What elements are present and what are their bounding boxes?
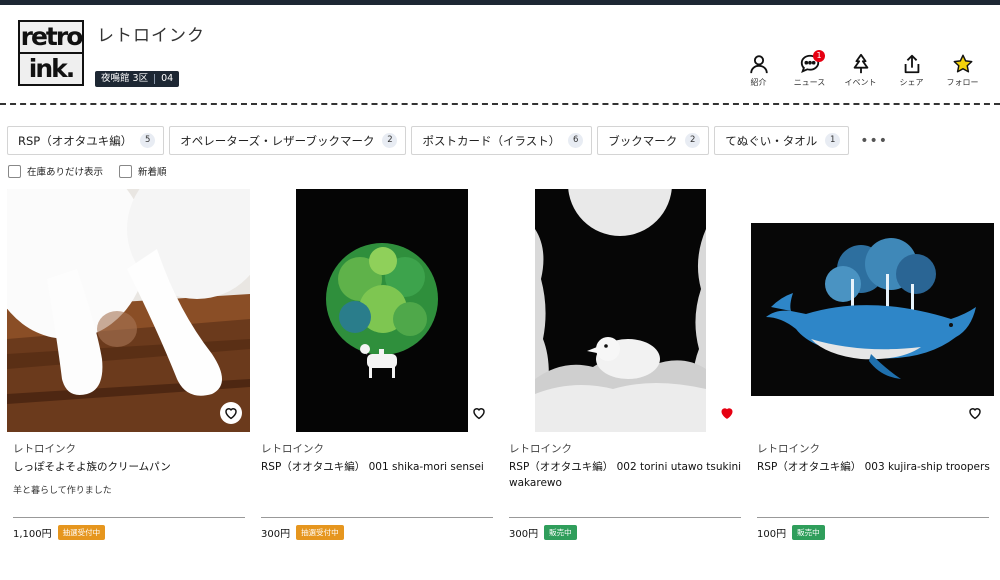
about-button[interactable]: 紹介 (733, 53, 784, 88)
tab-count: 2 (685, 133, 701, 148)
logo-line-2: ink. (20, 54, 82, 84)
product-price: 1,100円 (13, 529, 52, 540)
status-badge: 販売中 (544, 525, 577, 540)
status-badge: 抽選受付中 (296, 525, 344, 540)
price-divider (757, 517, 989, 518)
shop-location-badge: 夜鳴館 3区 04 (95, 71, 180, 87)
shop-area: 夜鳴館 3区 (101, 73, 149, 84)
category-tabs: RSP（オオタユキ編） 5 オペレーターズ・レザーブックマーク 2 ポストカード… (7, 126, 887, 155)
badge-separator (154, 74, 156, 84)
share-icon (904, 54, 919, 74)
share-button[interactable]: シェア (886, 53, 937, 88)
product-shop: レトロインク (13, 443, 76, 455)
product-price: 300円 (261, 529, 291, 540)
product-card[interactable]: レトロインク しっぽそよそよ族のクリームパン 羊と暮らして作りました 1,100… (7, 189, 255, 540)
favorite-button[interactable] (220, 402, 242, 424)
follow-button[interactable]: フォロー (937, 53, 988, 88)
newest-checkbox[interactable] (119, 164, 133, 178)
favorite-button[interactable] (716, 402, 738, 424)
in-stock-label: 在庫ありだけ表示 (27, 167, 104, 178)
shop-actions: 紹介 1 ニュース イベント シェア フォロー (733, 50, 988, 88)
newest-filter[interactable]: 新着順 (119, 164, 167, 178)
star-icon (953, 54, 972, 73)
newest-label: 新着順 (138, 167, 167, 178)
tab-label: ポストカード（イラスト） (422, 133, 561, 148)
deer-tree-illustration (255, 189, 498, 432)
price-row: 100円 販売中 (757, 525, 825, 540)
event-label: イベント (844, 78, 877, 87)
tab-count: 2 (382, 133, 398, 148)
filter-bar: 在庫ありだけ表示 新着順 (8, 164, 167, 178)
product-title[interactable]: RSP（オオタユキ編） 001 shika-mori sensei (261, 459, 497, 475)
news-button[interactable]: 1 ニュース (784, 50, 835, 88)
in-stock-checkbox[interactable] (8, 164, 21, 178)
price-divider (509, 517, 741, 518)
product-shop: レトロインク (757, 443, 820, 455)
heart-outline-icon (969, 408, 981, 420)
tab-label: ブックマーク (608, 133, 678, 148)
price-row: 300円 販売中 (509, 525, 577, 540)
price-row: 1,100円 抽選受付中 (13, 525, 106, 540)
shop-name: レトロインク (97, 26, 205, 46)
logo-line-1: retro (20, 22, 83, 52)
product-grid: レトロインク しっぽそよそよ族のクリームパン 羊と暮らして作りました 1,100… (7, 189, 999, 540)
product-description: 羊と暮らして作りました (13, 486, 112, 496)
product-card[interactable]: レトロインク RSP（オオタユキ編） 002 torini utawo tsuk… (503, 189, 751, 540)
product-card[interactable]: レトロインク RSP（オオタユキ編） 003 kujira-ship troop… (751, 189, 999, 540)
tab-count: 5 (140, 133, 156, 148)
about-label: 紹介 (750, 78, 767, 87)
tree-icon (853, 53, 868, 74)
product-shop: レトロインク (261, 443, 324, 455)
heart-filled-icon (721, 408, 733, 419)
header-divider (0, 103, 1000, 105)
tab-count: 1 (825, 133, 841, 148)
tab-postcard[interactable]: ポストカード（イラスト） 6 (411, 126, 593, 155)
tab-leather-bookmark[interactable]: オペレーターズ・レザーブックマーク 2 (169, 126, 407, 155)
product-title[interactable]: RSP（オオタユキ編） 002 torini utawo tsukini wak… (509, 459, 745, 491)
product-image[interactable] (7, 189, 250, 432)
cat-paws-photo (7, 189, 250, 432)
tab-label: てぬぐい・タオル (725, 133, 818, 148)
status-badge: 販売中 (792, 525, 825, 540)
tab-label: RSP（オオタユキ編） (18, 133, 133, 148)
price-divider (13, 517, 245, 518)
tab-label: オペレーターズ・レザーブックマーク (180, 133, 375, 148)
tab-bookmark[interactable]: ブックマーク 2 (597, 126, 710, 155)
person-icon (749, 55, 768, 74)
product-title[interactable]: しっぽそよそよ族のクリームパン (13, 459, 249, 475)
price-row: 300円 抽選受付中 (261, 525, 344, 540)
product-image[interactable] (503, 189, 746, 432)
more-tabs-button[interactable]: ••• (860, 133, 887, 149)
product-image[interactable] (255, 189, 498, 432)
product-card[interactable]: レトロインク RSP（オオタユキ編） 001 shika-mori sensei… (255, 189, 503, 540)
event-button[interactable]: イベント (835, 53, 886, 88)
product-price: 300円 (509, 529, 539, 540)
share-label: シェア (899, 78, 924, 87)
heart-outline-icon (473, 408, 485, 420)
shop-number: 04 (161, 73, 174, 84)
news-notification-badge: 1 (813, 50, 825, 62)
product-title[interactable]: RSP（オオタユキ編） 003 kujira-ship troopers (757, 459, 993, 475)
price-divider (261, 517, 493, 518)
tab-tenugui[interactable]: てぬぐい・タオル 1 (714, 126, 850, 155)
tab-count: 6 (568, 133, 584, 148)
whale-ship-illustration (751, 189, 994, 432)
favorite-button[interactable] (468, 402, 490, 424)
bird-moon-illustration (503, 189, 746, 432)
heart-outline-icon (225, 408, 237, 420)
follow-label: フォロー (946, 78, 979, 87)
in-stock-filter[interactable]: 在庫ありだけ表示 (8, 164, 103, 178)
product-shop: レトロインク (509, 443, 572, 455)
status-badge: 抽選受付中 (57, 525, 106, 540)
shop-logo[interactable]: retro ink. (18, 20, 84, 86)
tab-rsp[interactable]: RSP（オオタユキ編） 5 (7, 126, 165, 155)
top-bar (0, 0, 1000, 5)
news-label: ニュース (793, 78, 826, 87)
product-image[interactable] (751, 189, 994, 432)
favorite-button[interactable] (964, 402, 986, 424)
product-price: 100円 (757, 529, 787, 540)
